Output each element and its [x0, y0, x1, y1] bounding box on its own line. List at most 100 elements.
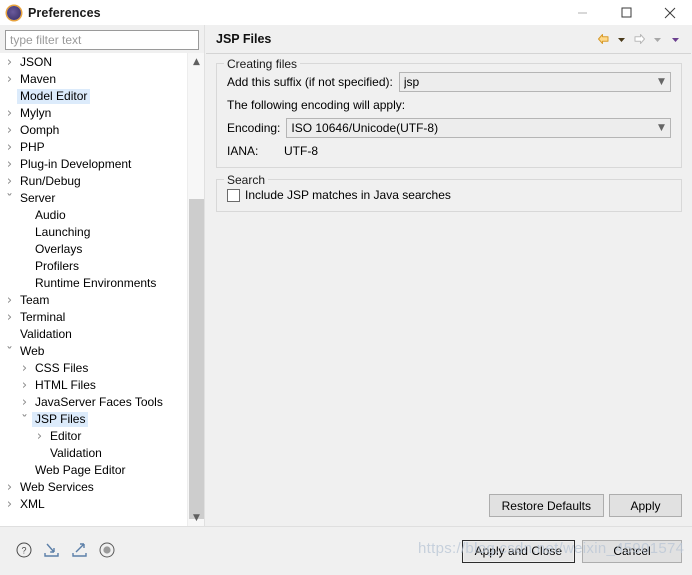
suffix-combo[interactable]: jsp ▼: [398, 72, 671, 92]
tree-item-jsp-files[interactable]: ˇ JSP Files: [0, 411, 187, 428]
tree-item-runtime-environments[interactable]: Runtime Environments: [0, 275, 187, 292]
tree-item-label: Launching: [35, 225, 91, 239]
chevron-right-icon[interactable]: ›: [2, 311, 17, 324]
back-dropdown-arrow-icon[interactable]: [613, 30, 630, 48]
chevron-right-icon[interactable]: ›: [2, 481, 17, 494]
forward-arrow-icon: [631, 30, 648, 48]
tree-item-label: JSP Files: [32, 412, 89, 427]
tree-item-css-files[interactable]: › CSS Files: [0, 360, 187, 377]
page-title: JSP Files: [216, 32, 272, 46]
tree-item-editor[interactable]: › Editor: [0, 428, 187, 445]
chevron-right-icon[interactable]: ›: [2, 158, 17, 171]
restore-defaults-button[interactable]: Restore Defaults: [488, 494, 604, 517]
chevron-right-icon[interactable]: ›: [32, 430, 47, 443]
tree-item-launching[interactable]: Launching: [0, 224, 187, 241]
tree-item-label: Model Editor: [17, 89, 91, 104]
preference-page-pane: JSP Files Creating files Add this suffix…: [205, 25, 692, 526]
tree-item-team[interactable]: › Team: [0, 292, 187, 309]
tree-item-label: XML: [20, 497, 45, 511]
tree-item-label: Overlays: [35, 242, 83, 256]
iana-row: IANA: UTF-8: [227, 144, 671, 158]
include-jsp-matches-checkbox[interactable]: [227, 188, 240, 202]
bottom-icon-group: ?: [16, 542, 115, 561]
tree-item-label: Web Page Editor: [35, 463, 126, 477]
tree-item-run-debug[interactable]: › Run/Debug: [0, 173, 187, 190]
chevron-down-icon: ▼: [658, 77, 665, 87]
tree-item-label: Editor: [50, 429, 82, 443]
tree-item-php[interactable]: › PHP: [0, 139, 187, 156]
chevron-down-icon[interactable]: ˇ: [2, 193, 17, 205]
close-icon[interactable]: [648, 0, 692, 25]
tree-item-maven[interactable]: › Maven: [0, 71, 187, 88]
chevron-right-icon[interactable]: ›: [2, 294, 17, 307]
chevron-right-icon[interactable]: ›: [17, 379, 32, 392]
tree-item-label: Team: [20, 293, 50, 307]
tree-item-validation[interactable]: Validation: [0, 445, 187, 462]
record-icon[interactable]: [99, 542, 115, 561]
forward-dropdown-arrow-icon: [649, 30, 666, 48]
chevron-right-icon[interactable]: ›: [2, 56, 17, 69]
encoding-row: Encoding: ISO 10646/Unicode(UTF-8) ▼: [227, 118, 671, 138]
tree-item-label: Audio: [35, 208, 66, 222]
apply-and-close-button[interactable]: Apply and Close: [461, 539, 575, 563]
tree-item-xml[interactable]: › XML: [0, 496, 187, 513]
tree-item-overlays[interactable]: Overlays: [0, 241, 187, 258]
chevron-right-icon[interactable]: ›: [2, 73, 17, 86]
chevron-down-icon[interactable]: ˇ: [17, 414, 32, 426]
tree-item-terminal[interactable]: › Terminal: [0, 309, 187, 326]
preferences-tree: › JSON › Maven Model Editor › Mylyn › Oomph › PHP ›…: [0, 53, 204, 526]
maximize-icon[interactable]: [604, 0, 648, 25]
chevron-right-icon[interactable]: ›: [2, 498, 17, 511]
tree-item-mylyn[interactable]: › Mylyn: [0, 105, 187, 122]
tree-item-label: JSON: [20, 55, 53, 69]
tree-item-web-services[interactable]: › Web Services: [0, 479, 187, 496]
search-input[interactable]: [5, 30, 199, 50]
tree-item-profilers[interactable]: Profilers: [0, 258, 187, 275]
search-group-title: Search: [224, 173, 269, 187]
window-controls: [560, 0, 692, 25]
chevron-right-icon[interactable]: ›: [2, 141, 17, 154]
back-arrow-icon[interactable]: [595, 30, 612, 48]
tree-item-validation[interactable]: Validation: [0, 326, 187, 343]
apply-button[interactable]: Apply: [609, 494, 682, 517]
tree-item-server[interactable]: ˇ Server: [0, 190, 187, 207]
chevron-down-icon[interactable]: ˇ: [2, 346, 17, 358]
include-jsp-matches-row[interactable]: Include JSP matches in Java searches: [227, 188, 671, 202]
chevron-right-icon[interactable]: ›: [17, 362, 32, 375]
eclipse-preferences-icon: [7, 5, 21, 20]
tree-item-javaserver-faces-tools[interactable]: › JavaServer Faces Tools: [0, 394, 187, 411]
import-icon[interactable]: [43, 542, 60, 561]
tree-item-plug-in-development[interactable]: › Plug-in Development: [0, 156, 187, 173]
tree-item-label: JavaServer Faces Tools: [35, 395, 163, 409]
export-icon[interactable]: [71, 542, 88, 561]
suffix-row: Add this suffix (if not specified): jsp …: [227, 72, 671, 92]
chevron-down-icon: ▼: [658, 123, 665, 133]
scrollbar-down-arrow-icon[interactable]: ▼: [188, 509, 204, 526]
chevron-right-icon[interactable]: ›: [17, 396, 32, 409]
view-menu-arrow-icon[interactable]: [667, 30, 684, 48]
tree-item-label: Maven: [20, 72, 57, 86]
encoding-combo[interactable]: ISO 10646/Unicode(UTF-8) ▼: [286, 118, 671, 138]
chevron-right-icon[interactable]: ›: [2, 175, 17, 188]
help-icon[interactable]: ?: [16, 542, 32, 561]
tree-item-label: Web: [20, 344, 45, 358]
chevron-right-icon[interactable]: ›: [2, 124, 17, 137]
tree-item-label: Run/Debug: [20, 174, 81, 188]
preferences-tree-pane: ›JSON›MavenModel Editor›Mylyn›Oomph›PHP›…: [0, 25, 205, 526]
scrollbar-thumb[interactable]: [189, 199, 204, 519]
tree-item-html-files[interactable]: › HTML Files: [0, 377, 187, 394]
cancel-button[interactable]: Cancel: [582, 539, 682, 563]
tree-item-web[interactable]: ˇ Web: [0, 343, 187, 360]
encoding-label: Encoding:: [227, 121, 281, 135]
tree-item-audio[interactable]: Audio: [0, 207, 187, 224]
tree-item-model-editor[interactable]: Model Editor: [0, 88, 187, 105]
tree-item-web-page-editor[interactable]: Web Page Editor: [0, 462, 187, 479]
chevron-right-icon[interactable]: ›: [2, 107, 17, 120]
minimize-icon[interactable]: [560, 0, 604, 25]
scrollbar-up-arrow-icon[interactable]: ▲: [188, 53, 204, 70]
tree-item-oomph[interactable]: › Oomph: [0, 122, 187, 139]
window-titlebar: Preferences: [0, 0, 692, 26]
tree-item-label: Mylyn: [20, 106, 52, 120]
tree-scrollbar[interactable]: ▲ ▼: [187, 53, 204, 526]
tree-item-json[interactable]: › JSON: [0, 54, 187, 71]
